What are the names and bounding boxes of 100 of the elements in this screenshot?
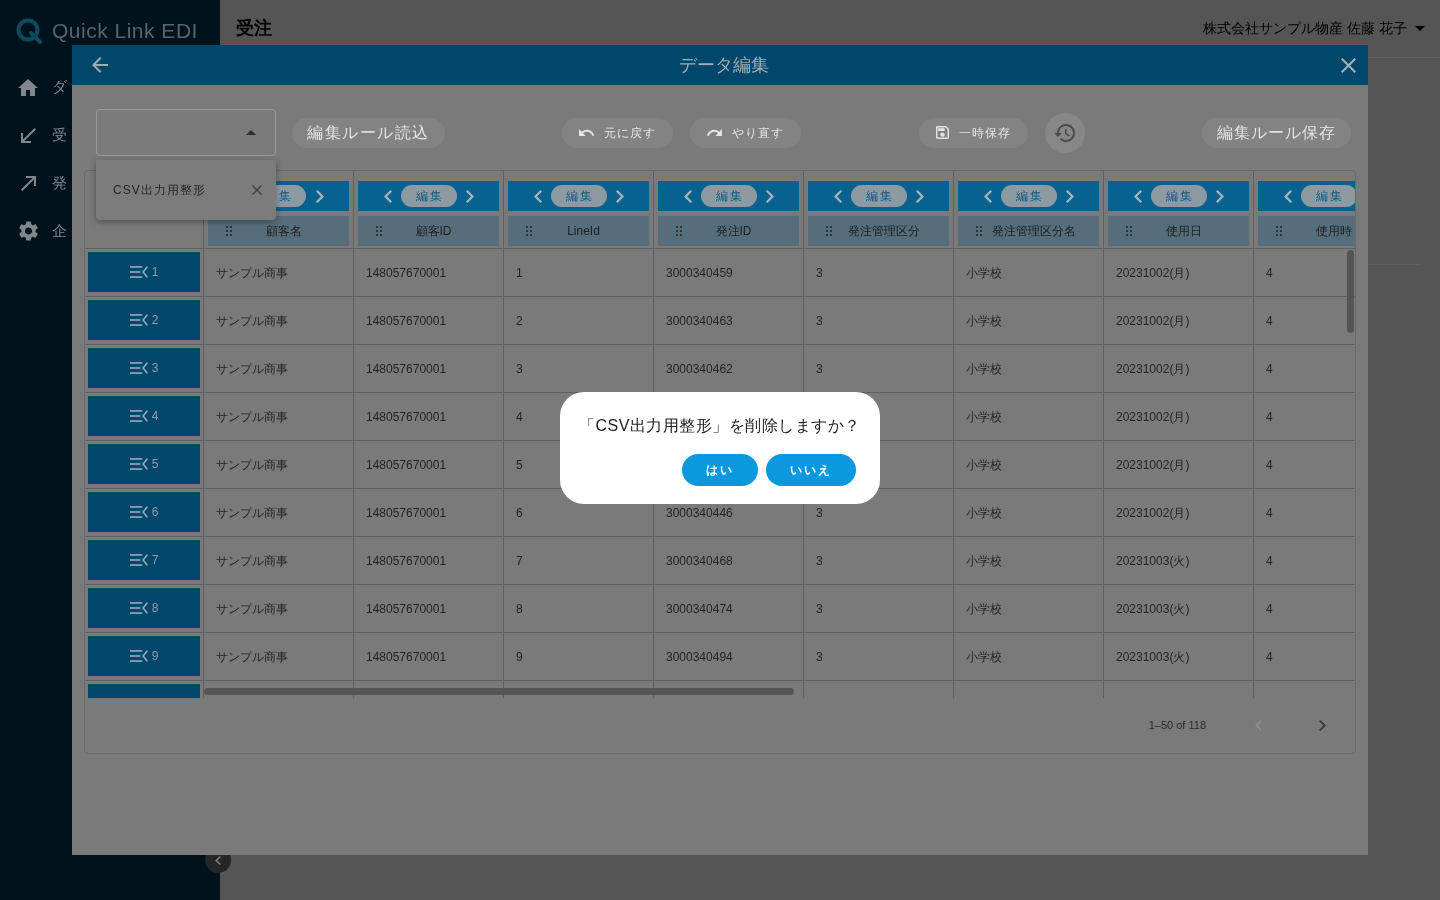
table-cell: 148057670001 — [354, 249, 504, 296]
page-title: 受注 — [236, 17, 272, 40]
column-header[interactable]: 発注管理区分名 — [958, 216, 1099, 246]
table-cell: 20231003(火) — [1104, 537, 1254, 584]
dialog-title: データ編集 — [679, 53, 769, 77]
row-number-button[interactable]: 2 — [88, 300, 200, 340]
table-cell: 2 — [504, 297, 654, 344]
drag-handle-icon[interactable] — [376, 226, 382, 236]
row-number-button[interactable]: 7 — [88, 540, 200, 580]
history-icon — [1054, 123, 1075, 142]
table-cell: 20231002(月) — [1104, 345, 1254, 392]
row-number-button[interactable]: 5 — [88, 444, 200, 484]
table-cell: 3000340463 — [654, 297, 804, 344]
chevron-left-icon[interactable] — [533, 189, 542, 203]
table-cell: サンプル商事 — [204, 585, 354, 632]
nav-item[interactable]: 発 — [0, 159, 67, 207]
column-header[interactable]: 顧客ID — [358, 216, 499, 246]
column-header[interactable]: 発注ID — [658, 216, 799, 246]
nav-item[interactable]: ダ — [0, 63, 67, 111]
drag-handle-icon[interactable] — [1276, 226, 1282, 236]
drag-handle-icon[interactable] — [676, 226, 682, 236]
chevron-left-icon[interactable] — [383, 189, 392, 203]
table-cell: サンプル商事 — [204, 297, 354, 344]
back-button[interactable] — [92, 57, 108, 73]
row-number-button[interactable]: 1 — [88, 252, 200, 292]
drag-handle-icon[interactable] — [826, 226, 832, 236]
table-cell: 20231002(月) — [1104, 441, 1254, 488]
list-chevron-icon — [129, 266, 148, 278]
list-chevron-icon — [129, 650, 148, 662]
row-number-button[interactable]: 8 — [88, 588, 200, 628]
cancel-button[interactable]: いいえ — [766, 454, 856, 486]
list-chevron-icon — [129, 362, 148, 374]
chevron-right-icon[interactable] — [316, 189, 324, 203]
chevron-right-icon[interactable] — [615, 189, 624, 203]
table-cell: 3 — [804, 249, 954, 296]
menu-item[interactable]: CSV出力用整形 — [96, 160, 276, 220]
horizontal-scrollbar[interactable] — [204, 688, 794, 695]
edit-button[interactable]: 集 — [275, 185, 306, 207]
drag-handle-icon[interactable] — [226, 226, 232, 236]
chevron-left-icon[interactable] — [983, 189, 992, 203]
caret-down-icon — [1415, 26, 1425, 31]
column-header[interactable]: 顧客名 — [208, 216, 349, 246]
arrow-down-left-icon — [20, 127, 36, 143]
chevron-left-icon[interactable] — [683, 189, 692, 203]
edit-button[interactable]: 編集 — [400, 185, 457, 207]
row-number-button[interactable]: 3 — [88, 348, 200, 388]
nav-item[interactable]: 受 — [0, 111, 67, 159]
drag-handle-icon[interactable] — [976, 226, 982, 236]
edit-button[interactable]: 編集 — [550, 185, 607, 207]
column-header[interactable]: LineId — [508, 216, 649, 246]
row-number-button[interactable]: 4 — [88, 396, 200, 436]
edit-button[interactable]: 編集 — [1150, 185, 1207, 207]
table-cell: サンプル商事 — [204, 441, 354, 488]
chevron-right-icon — [1318, 720, 1326, 731]
vertical-scrollbar[interactable] — [1347, 250, 1354, 333]
close-icon[interactable] — [252, 185, 262, 195]
chevron-left-icon[interactable] — [1133, 189, 1142, 203]
column-header[interactable]: 発注管理区分 — [808, 216, 949, 246]
table-cell: 20231003(火) — [1104, 633, 1254, 680]
table-cell: 9 — [504, 633, 654, 680]
drag-handle-icon[interactable] — [526, 226, 532, 236]
table-cell: 小学校 — [954, 585, 1104, 632]
table-cell: サンプル商事 — [204, 633, 354, 680]
table-cell: サンプル商事 — [204, 489, 354, 536]
chevron-right-icon[interactable] — [465, 189, 474, 203]
edit-button[interactable]: 編集 — [700, 185, 757, 207]
table-cell: サンプル商事 — [204, 537, 354, 584]
edit-button[interactable]: 編集 — [850, 185, 907, 207]
table-cell: 3000340494 — [654, 633, 804, 680]
table-cell: 20231003(火) — [1104, 585, 1254, 632]
nav-item[interactable]: 企 — [0, 207, 67, 255]
chevron-right-icon[interactable] — [1215, 189, 1224, 203]
confirm-button[interactable]: はい — [682, 454, 758, 486]
chevron-left-icon[interactable] — [1283, 189, 1292, 203]
list-chevron-icon — [129, 458, 148, 470]
table-cell: 小学校 — [954, 633, 1104, 680]
user-menu[interactable]: 株式会社サンプル物産 佐藤 花子 — [1203, 18, 1425, 39]
column-header[interactable]: 使用時 — [1258, 216, 1355, 246]
table-cell: 4 — [1254, 441, 1355, 488]
drag-handle-icon[interactable] — [1126, 226, 1132, 236]
chevron-right-icon[interactable] — [765, 189, 774, 203]
table-cell: 3000340459 — [654, 249, 804, 296]
table-cell: 4 — [1254, 633, 1355, 680]
chevron-right-icon[interactable] — [915, 189, 924, 203]
edit-button[interactable]: 編集 — [1000, 185, 1057, 207]
row-number-button[interactable]: 6 — [88, 492, 200, 532]
table-cell: 148057670001 — [354, 297, 504, 344]
chevron-left-icon[interactable] — [833, 189, 842, 203]
table-cell: 3 — [804, 633, 954, 680]
column-header[interactable]: 使用日 — [1108, 216, 1249, 246]
row-number-button[interactable]: 9 — [88, 636, 200, 676]
edit-button[interactable]: 編集 — [1300, 185, 1355, 207]
close-button[interactable] — [1341, 57, 1356, 73]
table-cell: 4 — [1254, 393, 1355, 440]
table-cell: 小学校 — [954, 441, 1104, 488]
table-cell: 148057670001 — [354, 633, 504, 680]
save-icon — [935, 126, 949, 139]
table-cell: 20231002(月) — [1104, 393, 1254, 440]
table-cell: サンプル商事 — [204, 249, 354, 296]
chevron-right-icon[interactable] — [1065, 189, 1074, 203]
